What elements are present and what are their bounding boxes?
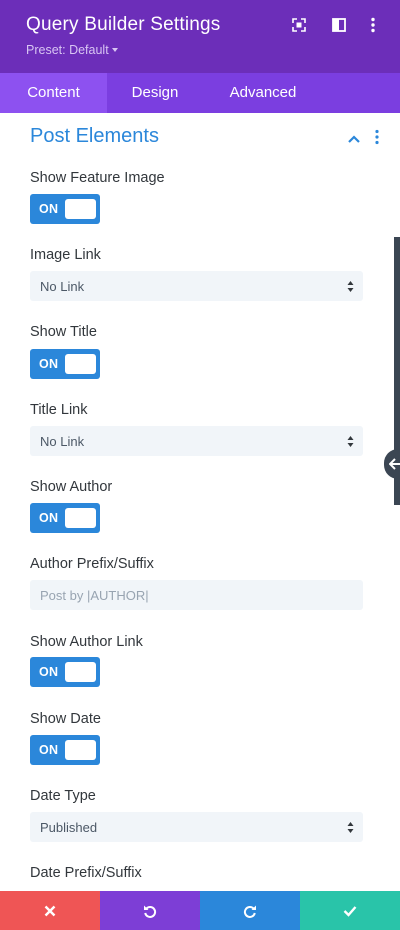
show-date-toggle[interactable]: ON [30, 735, 100, 765]
tab-advanced[interactable]: Advanced [203, 73, 323, 113]
show-author-link-toggle[interactable]: ON [30, 657, 100, 687]
redo-icon [243, 905, 256, 918]
select-arrows-icon [347, 436, 354, 447]
toggle-knob [65, 354, 96, 374]
toggle-knob [65, 662, 96, 682]
image-link-select[interactable]: No Link [30, 271, 363, 301]
split-view-icon[interactable] [331, 17, 347, 33]
section-title[interactable]: Post Elements [30, 125, 159, 148]
select-value: Published [40, 820, 98, 835]
show-author-link-label: Show Author Link [30, 634, 143, 650]
select-arrows-icon [347, 822, 354, 833]
select-value: No Link [40, 434, 85, 449]
author-prefix-label: Author Prefix/Suffix [30, 556, 154, 572]
preset-label: Preset: Default [26, 43, 109, 57]
redo-button[interactable] [200, 891, 300, 930]
show-title-toggle[interactable]: ON [30, 349, 100, 379]
resize-handle[interactable] [384, 449, 400, 479]
show-feature-image-toggle[interactable]: ON [30, 194, 100, 224]
modal-title: Query Builder Settings [26, 14, 221, 35]
toggle-state: ON [39, 511, 59, 525]
caret-down-icon [111, 47, 118, 52]
date-prefix-label: Date Prefix/Suffix [30, 865, 142, 881]
toggle-knob [65, 508, 96, 528]
toggle-state: ON [39, 665, 59, 679]
toggle-knob [65, 740, 96, 760]
close-icon [44, 905, 56, 916]
show-title-label: Show Title [30, 324, 97, 340]
preset-dropdown[interactable]: Preset: Default [26, 43, 118, 57]
select-arrows-icon [347, 281, 354, 292]
toggle-state: ON [39, 357, 59, 371]
show-author-label: Show Author [30, 479, 113, 495]
settings-header: Query Builder Settings Preset: Default [0, 0, 400, 73]
show-feature-image-label: Show Feature Image [30, 170, 165, 186]
arrow-left-icon [389, 458, 400, 470]
toggle-state: ON [39, 202, 59, 216]
undo-button[interactable] [100, 891, 200, 930]
date-type-select[interactable]: Published [30, 812, 363, 842]
show-author-toggle[interactable]: ON [30, 503, 100, 533]
toggle-knob [65, 199, 96, 219]
date-type-label: Date Type [30, 788, 96, 804]
save-button[interactable] [300, 891, 400, 930]
tab-design[interactable]: Design [107, 73, 203, 113]
title-link-select[interactable]: No Link [30, 426, 363, 456]
tab-content[interactable]: Content [0, 73, 107, 113]
check-icon [343, 905, 357, 917]
footer-actions [0, 891, 400, 930]
show-date-label: Show Date [30, 711, 101, 727]
chevron-up-icon[interactable] [347, 131, 361, 143]
title-link-label: Title Link [30, 402, 88, 418]
undo-icon [144, 905, 157, 918]
toggle-state: ON [39, 743, 59, 757]
select-value: No Link [40, 279, 85, 294]
image-link-label: Image Link [30, 247, 101, 263]
more-vertical-icon[interactable] [365, 17, 381, 33]
tab-bar: Content Design Advanced [0, 73, 400, 113]
section-menu-icon[interactable] [374, 129, 380, 145]
author-prefix-input[interactable] [30, 580, 363, 610]
expand-icon[interactable] [291, 17, 307, 33]
cancel-button[interactable] [0, 891, 100, 930]
